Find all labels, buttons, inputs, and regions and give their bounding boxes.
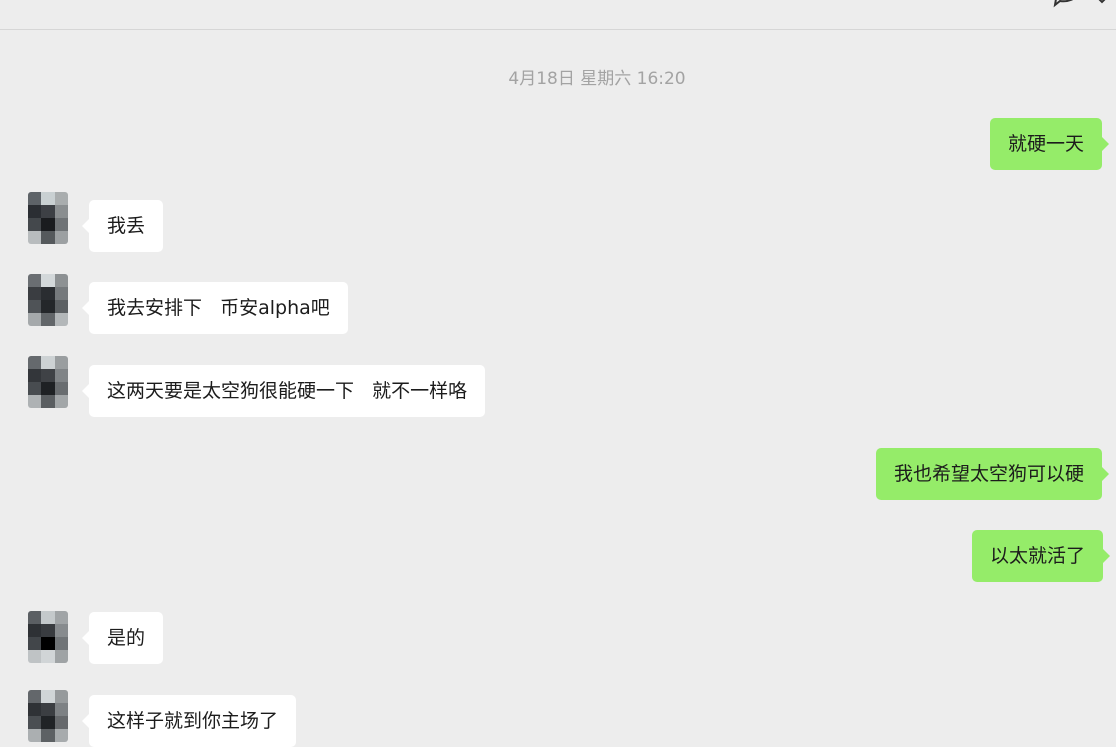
avatar[interactable] [28, 192, 68, 244]
message-outgoing: 我也希望太空狗可以硬 [602, 448, 1110, 500]
chat-header [0, 0, 1116, 30]
message-bubble[interactable]: 我丢 [81, 200, 164, 252]
avatar[interactable] [28, 611, 68, 663]
message-outgoing: 以太就活了 [703, 530, 1111, 582]
chat-bubble-icon[interactable] [1050, 0, 1080, 14]
message-incoming: 这两天要是太空狗很能硬一下 就不一样咯 [81, 365, 689, 417]
message-bubble[interactable]: 我去安排下 币安alpha吧 [82, 282, 348, 334]
message-timestamp: 4月18日 星期六 16:20 [508, 69, 686, 89]
message-bubble[interactable]: 以太就活了 [971, 530, 1111, 582]
message-incoming: 我去安排下 币安alpha吧 [82, 282, 689, 334]
avatar[interactable] [28, 690, 68, 742]
message-outgoing: 就硬一天 [702, 118, 1110, 170]
avatar[interactable] [28, 356, 68, 408]
message-incoming: 这样子就到你主场了 [81, 695, 689, 747]
message-incoming: 我丢 [81, 200, 689, 252]
message-incoming: 是的 [81, 612, 689, 664]
message-bubble[interactable]: 我也希望太空狗可以硬 [875, 448, 1110, 500]
message-bubble[interactable]: 就硬一天 [989, 118, 1110, 170]
message-bubble[interactable]: 这样子就到你主场了 [81, 695, 297, 747]
chevron-down-icon[interactable] [1094, 0, 1110, 8]
message-bubble[interactable]: 这两天要是太空狗很能硬一下 就不一样咯 [81, 365, 486, 417]
message-bubble[interactable]: 是的 [81, 612, 164, 664]
avatar[interactable] [28, 274, 68, 326]
